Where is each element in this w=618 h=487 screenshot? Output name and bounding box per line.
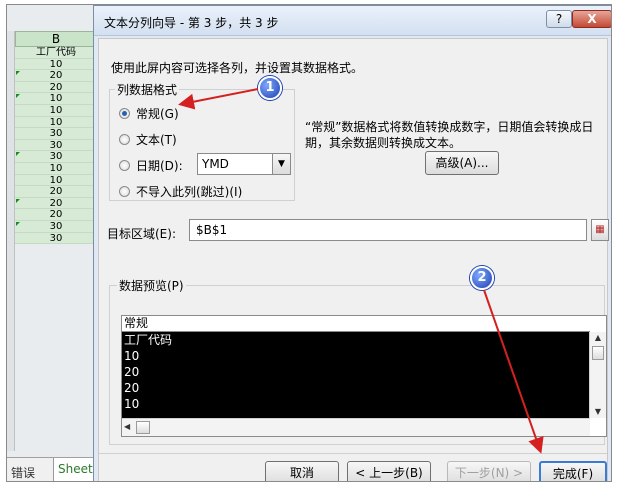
sheet-cell[interactable]: 20	[15, 70, 97, 82]
help-button[interactable]: ?	[546, 10, 572, 28]
error-indicator-icon	[16, 152, 20, 157]
sheet-cell[interactable]: 20	[15, 81, 97, 94]
preview-title: 数据预览(P)	[117, 277, 186, 294]
sheet-cell-value: 20	[49, 209, 63, 221]
sheet-cell[interactable]: 工厂代码	[15, 47, 97, 59]
preview-row: 10	[124, 397, 140, 411]
scroll-thumb-horizontal[interactable]	[136, 421, 150, 434]
sheet-cell-value: 10	[49, 116, 63, 128]
preview-row: 10	[124, 349, 140, 363]
sheet-cell[interactable]: 30	[15, 151, 97, 163]
radio-skip-column[interactable]: 不导入此列(跳过)(I)	[119, 183, 242, 200]
error-indicator-icon	[16, 94, 20, 99]
sheet-cell[interactable]: 30	[15, 139, 97, 152]
radio-date-indicator	[119, 160, 130, 171]
sheet-cell[interactable]: 30	[15, 128, 97, 140]
range-picker-icon[interactable]: ▦	[591, 219, 609, 241]
error-indicator-icon	[16, 71, 20, 76]
destination-label: 目标区域(E):	[107, 227, 176, 241]
preview-horizontal-scrollbar[interactable]: ◀	[122, 418, 590, 436]
advanced-button[interactable]: 高级(A)...	[425, 151, 499, 175]
sheet-cell[interactable]: 10	[15, 162, 97, 175]
sheet-cell-value: 20	[49, 81, 63, 93]
preview-row: 20	[124, 365, 140, 379]
date-format-value: YMD	[202, 157, 229, 171]
sheet-cell[interactable]: 10	[15, 174, 97, 187]
sheet-cell-value: 工厂代码	[36, 47, 76, 58]
preview-column-header[interactable]: 常规	[122, 316, 590, 332]
sheet-cell-value: 10	[49, 58, 63, 70]
sheet-cell[interactable]: 20	[15, 209, 97, 221]
sheet-cell[interactable]: 10	[15, 104, 97, 117]
text-to-columns-dialog: 文本分列向导 - 第 3 步，共 3 步 ? X 使用此屏内容可选择各列，并设置…	[93, 5, 611, 481]
sheet-cell-value: 10	[49, 93, 63, 105]
sheet-tab-errors[interactable]: 错误	[11, 464, 35, 481]
sheet-cell-value: 30	[49, 139, 63, 151]
next-step-button: 下一步(N) >	[447, 461, 531, 481]
dialog-title: 文本分列向导 - 第 3 步，共 3 步	[104, 16, 279, 30]
spreadsheet: B 工厂代码 10 20 20 10 10 10 30 30 30 10 10 20 20 20 30 30 错…	[7, 5, 107, 481]
column-b-cells: 工厂代码 10 20 20 10 10 10 30 30 30 10 10 20 20 20 30 30	[15, 47, 97, 245]
data-preview[interactable]: 常规 工厂代码 10 20 20 10 ▲ ▼ ◀	[121, 315, 607, 437]
sheet-cell-value: 30	[49, 232, 63, 244]
radio-general-indicator	[119, 108, 130, 119]
scroll-left-icon[interactable]: ◀	[124, 422, 130, 431]
prev-step-button[interactable]: < 上一步(B)	[347, 461, 431, 481]
sheet-cell[interactable]: 20	[15, 197, 97, 210]
sheet-cell[interactable]: 20	[15, 186, 97, 198]
sheet-cell-value: 20	[49, 70, 63, 82]
cancel-button[interactable]: 取消	[265, 461, 339, 481]
radio-skip-indicator	[119, 186, 130, 197]
date-format-select[interactable]: YMD ▼	[197, 153, 291, 175]
scroll-down-icon[interactable]: ▼	[590, 406, 606, 418]
preview-rows: 工厂代码 10 20 20 10	[122, 332, 590, 418]
radio-skip-label: 不导入此列(跳过)(I)	[136, 185, 243, 199]
sheet-tabs: 错误 Sheet	[7, 457, 107, 481]
radio-text[interactable]: 文本(T)	[119, 131, 177, 148]
dialog-titlebar: 文本分列向导 - 第 3 步，共 3 步 ? X	[94, 6, 611, 36]
sheet-cell-value: 30	[49, 128, 63, 140]
radio-date[interactable]: 日期(D):	[119, 157, 183, 174]
sheet-cell-value: 20	[49, 186, 63, 198]
preview-row: 20	[124, 381, 140, 395]
dialog-content: 使用此屏内容可选择各列，并设置其数据格式。 列数据格式 常规(G) 文本(T) …	[98, 38, 609, 481]
dialog-description: 使用此屏内容可选择各列，并设置其数据格式。	[111, 61, 364, 75]
finish-button[interactable]: 完成(F)	[539, 461, 607, 481]
radio-date-label: 日期(D):	[136, 159, 183, 173]
sheet-cell-value: 30	[49, 220, 63, 232]
preview-row: 工厂代码	[124, 333, 173, 347]
sheet-cell[interactable]: 10	[15, 116, 97, 129]
scroll-up-icon[interactable]: ▲	[590, 332, 606, 344]
radio-general[interactable]: 常规(G)	[119, 105, 179, 122]
screenshot-frame: B 工厂代码 10 20 20 10 10 10 30 30 30 10 10 20 20 20 30 30 错…	[6, 4, 612, 482]
format-info-text: “常规”数据格式将数值转换成数字，日期值会转换成日期，其余数据则转换成文本。	[305, 120, 594, 150]
format-group-title: 列数据格式	[115, 81, 180, 98]
sheet-cell-value: 20	[49, 197, 63, 209]
radio-text-label: 文本(T)	[136, 133, 177, 147]
radio-text-indicator	[119, 134, 130, 145]
sheet-cell-value: 10	[49, 104, 63, 116]
sheet-cell-value: 10	[49, 162, 63, 174]
close-button[interactable]: X	[572, 10, 611, 28]
error-indicator-icon	[16, 198, 20, 203]
sheet-cell[interactable]: 10	[15, 93, 97, 105]
step-2-badge: 2	[470, 266, 494, 290]
sheet-cell-value: 30	[49, 151, 63, 163]
error-indicator-icon	[16, 221, 20, 226]
sheet-cell[interactable]: 10	[15, 58, 97, 71]
destination-input[interactable]: $B$1	[189, 219, 587, 241]
radio-general-label: 常规(G)	[136, 107, 179, 121]
chevron-down-icon[interactable]: ▼	[272, 154, 290, 174]
step-1-badge: 1	[258, 76, 282, 100]
sheet-cell[interactable]: 30	[15, 220, 97, 233]
sheet-cell-value: 10	[49, 174, 63, 186]
column-header-b[interactable]: B	[15, 31, 97, 47]
preview-vertical-scrollbar[interactable]: ▲ ▼	[589, 332, 606, 418]
scroll-thumb[interactable]	[592, 346, 604, 360]
sheet-cell[interactable]: 30	[15, 232, 97, 245]
row-headers	[7, 31, 15, 451]
